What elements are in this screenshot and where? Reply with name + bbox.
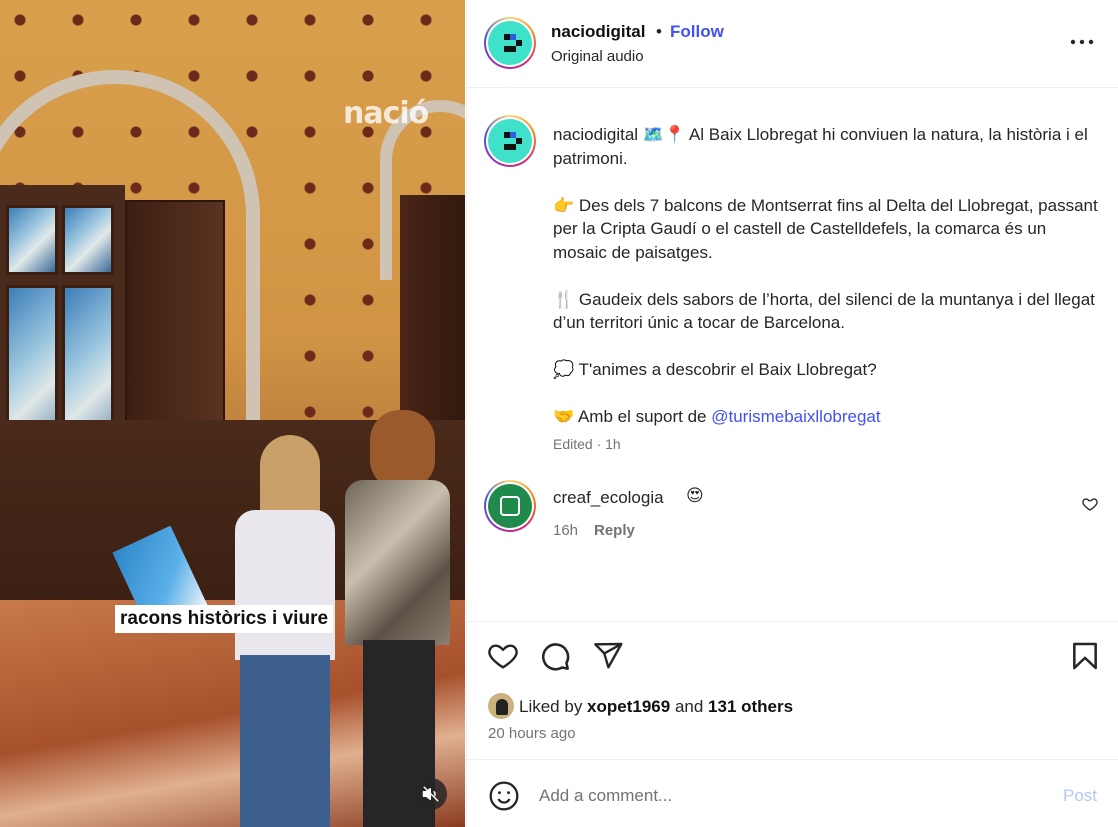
- post-actions: Liked by xopet1969 and 131 others 20 hou…: [467, 621, 1118, 759]
- caption-emoji: 🗺️📍: [642, 125, 686, 144]
- post-panel: naciodigital • Follow Original audio nac…: [466, 0, 1118, 827]
- likes-prefix: Liked by: [519, 697, 588, 716]
- caption-paragraph: 👉 Des dels 7 balcons de Montserrat fins …: [553, 194, 1103, 265]
- reply-button[interactable]: Reply: [594, 522, 635, 539]
- comment-like-button[interactable]: [1082, 496, 1100, 514]
- caption-paragraph: 🍴 Gaudeix dels sabors de l’horta, del si…: [553, 288, 1103, 335]
- comment-input[interactable]: [539, 782, 1039, 810]
- comment-icon: [542, 643, 570, 671]
- comment-time: 16h: [553, 522, 579, 539]
- comment-button[interactable]: [539, 640, 571, 672]
- post-comment-button[interactable]: Post: [1063, 786, 1097, 806]
- emoji-button[interactable]: [488, 780, 520, 812]
- more-horizontal-icon: [1070, 39, 1094, 45]
- comment-avatar[interactable]: [484, 480, 536, 532]
- caption-avatar[interactable]: [484, 115, 536, 167]
- video-subtitle: racons històrics i viure: [115, 605, 334, 633]
- likes-others-count[interactable]: 131 others: [708, 697, 793, 716]
- caption-meta: Edited · 1h: [553, 436, 621, 452]
- comments-section: naciodigital 🗺️📍 Al Baix Llobregat hi co…: [467, 89, 1118, 621]
- liker-username[interactable]: xopet1969: [587, 697, 670, 716]
- follow-button[interactable]: Follow: [670, 22, 724, 42]
- mention-link[interactable]: @turismebaixllobregat: [711, 407, 880, 426]
- header-username[interactable]: naciodigital: [551, 22, 645, 42]
- likes-conjunction: and: [670, 697, 709, 716]
- caption-username[interactable]: naciodigital: [553, 125, 638, 144]
- woman-curly-hair: [345, 410, 455, 827]
- caption-paragraph: naciodigital 🗺️📍 Al Baix Llobregat hi co…: [553, 123, 1103, 170]
- comment-emoji: 😍: [686, 486, 704, 505]
- caption-emoji: 🍴: [553, 289, 575, 309]
- muted-speaker-icon: [422, 786, 439, 802]
- caption-text-line: Gaudeix dels sabors de l’horta, del sile…: [553, 289, 1095, 333]
- post-header: naciodigital • Follow Original audio: [467, 0, 1118, 88]
- liker-avatar[interactable]: [488, 693, 514, 719]
- comment-username[interactable]: creaf_ecologia: [553, 488, 664, 508]
- heart-icon: [1082, 498, 1098, 511]
- share-icon: [594, 642, 623, 669]
- bookmark-icon: [1073, 642, 1097, 670]
- mute-button[interactable]: [415, 778, 447, 810]
- caption-paragraph: 🤝 Amb el suport de @turismebaixllobregat: [553, 405, 1103, 429]
- post-caption: naciodigital 🗺️📍 Al Baix Llobregat hi co…: [553, 123, 1103, 452]
- share-button[interactable]: [592, 640, 624, 672]
- save-button[interactable]: [1069, 640, 1101, 672]
- caption-text-line: Amb el suport de: [577, 407, 712, 426]
- avatar[interactable]: [484, 17, 536, 69]
- add-comment-bar: Post: [467, 759, 1118, 827]
- heart-icon: [488, 644, 518, 669]
- caption-emoji: 🤝: [553, 407, 575, 426]
- caption-emoji: 💭: [553, 360, 575, 379]
- caption-text-line: Des dels 7 balcons de Montserrat fins al…: [553, 195, 1098, 262]
- more-options-button[interactable]: [1067, 30, 1097, 54]
- reel-video[interactable]: nació racons històrics i viure: [0, 0, 465, 827]
- audio-label[interactable]: Original audio: [551, 48, 644, 65]
- smiley-icon: [489, 781, 519, 811]
- separator-dot: •: [656, 22, 662, 41]
- caption-text-line: T'animes a descobrir el Baix Llobregat?: [578, 360, 877, 379]
- like-button[interactable]: [487, 640, 519, 672]
- caption-paragraph: 💭 T'animes a descobrir el Baix Llobregat…: [553, 358, 1103, 382]
- caption-emoji: 👉: [553, 195, 575, 215]
- likes-summary[interactable]: Liked by xopet1969 and 131 others: [519, 697, 793, 717]
- post-timestamp[interactable]: 20 hours ago: [488, 725, 576, 742]
- nacio-watermark-logo: nació: [343, 96, 429, 131]
